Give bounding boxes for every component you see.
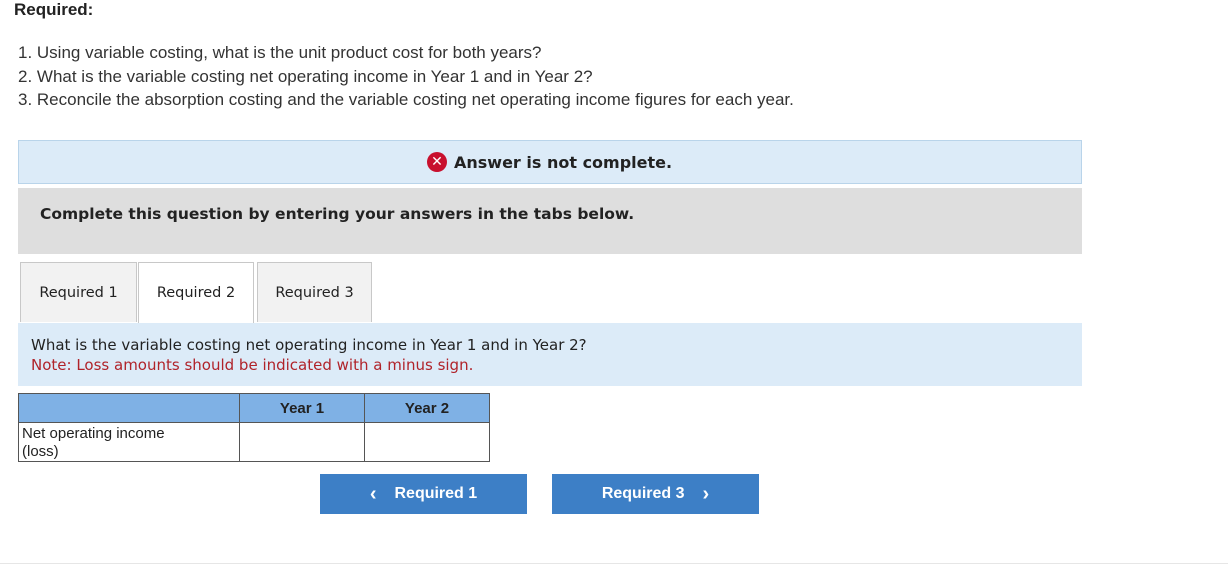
tab-required-2[interactable]: Required 2 [138, 262, 254, 323]
bottom-divider [0, 563, 1228, 564]
prompt-question: What is the variable costing net operati… [31, 336, 587, 354]
required-heading: Required: [14, 0, 94, 19]
prompt-note: Note: Loss amounts should be indicated w… [31, 356, 474, 374]
row-label-line-1: Net operating income [22, 424, 165, 442]
tab-required-3[interactable]: Required 3 [257, 262, 372, 322]
table-header-year-2: Year 2 [364, 393, 490, 423]
table-row: Net operating income (loss) [18, 422, 490, 462]
tab-required-1[interactable]: Required 1 [20, 262, 137, 322]
chevron-left-icon: ‹ [369, 483, 377, 505]
instructions-panel: Complete this question by entering your … [18, 188, 1082, 254]
row-label: Net operating income (loss) [19, 424, 239, 461]
table-header-blank [18, 393, 240, 423]
question-item: 2. What is the variable costing net oper… [18, 66, 593, 86]
answer-table: Year 1 Year 2 Net operating income (loss… [18, 393, 490, 462]
question-list: 1. Using variable costing, what is the u… [18, 41, 794, 112]
question-prompt-panel: What is the variable costing net operati… [18, 323, 1082, 386]
next-required-3-button[interactable]: Required 3 › [552, 474, 759, 514]
next-button-label: Required 3 [601, 485, 685, 502]
instructions-text: Complete this question by entering your … [40, 205, 635, 223]
answer-status-text: Answer is not complete. [454, 152, 673, 172]
prev-button-label: Required 1 [394, 485, 478, 502]
table-header-year-1: Year 1 [239, 393, 365, 423]
prev-required-1-button[interactable]: ‹ Required 1 [320, 474, 527, 514]
x-circle-icon: ✕ [427, 152, 447, 172]
question-item: 1. Using variable costing, what is the u… [18, 43, 542, 62]
year-2-income-input[interactable] [365, 423, 489, 461]
answer-status-banner: ✕ Answer is not complete. [18, 140, 1082, 184]
chevron-right-icon: › [702, 483, 710, 505]
table-header-row: Year 1 Year 2 [18, 393, 490, 423]
tab-bar: Required 1 Required 2 Required 3 [18, 262, 1082, 324]
year-1-cell [239, 422, 365, 462]
answer-status: ✕ Answer is not complete. [427, 151, 672, 173]
year-1-income-input[interactable] [240, 423, 364, 461]
row-label-cell: Net operating income (loss) [18, 422, 240, 462]
question-item: 3. Reconcile the absorption costing and … [18, 90, 794, 109]
year-2-cell [364, 422, 490, 462]
row-label-line-2: (loss) [22, 442, 59, 460]
